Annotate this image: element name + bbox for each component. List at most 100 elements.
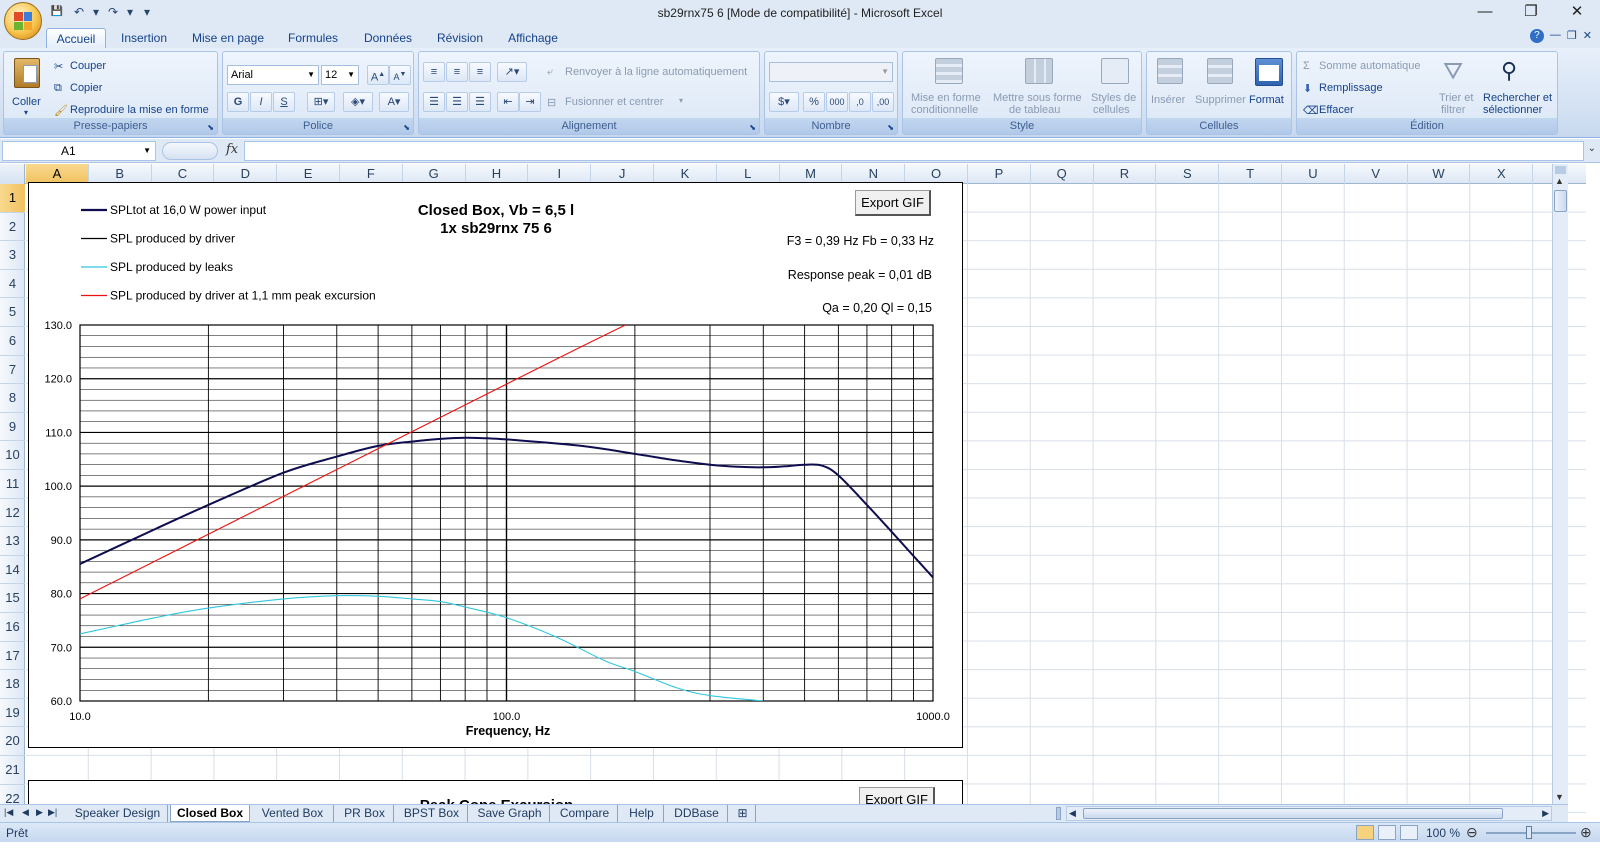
sheet-tab-ddbase[interactable]: DDBase bbox=[666, 805, 728, 822]
row-header-15[interactable]: 15 bbox=[0, 584, 25, 613]
decrease-decimal-button[interactable]: ,00 bbox=[872, 92, 894, 112]
row-header-2[interactable]: 2 bbox=[0, 213, 25, 242]
percent-button[interactable]: % bbox=[803, 92, 825, 112]
delete-cells-button[interactable]: Supprimer bbox=[1195, 54, 1247, 118]
column-header-c[interactable]: C bbox=[152, 164, 215, 184]
tab-accueil[interactable]: Accueil bbox=[46, 28, 106, 48]
scroll-up-icon[interactable]: ▲ bbox=[1555, 176, 1564, 186]
minimize-button[interactable]: — bbox=[1462, 0, 1508, 26]
zoom-slider-thumb[interactable] bbox=[1526, 826, 1532, 839]
wrap-text-button[interactable]: ⤶ Renvoyer à la ligne automatiquement bbox=[547, 64, 759, 82]
row-header-18[interactable]: 18 bbox=[0, 670, 25, 699]
font-launcher-icon[interactable]: ⬊ bbox=[403, 123, 410, 132]
row-header-16[interactable]: 16 bbox=[0, 613, 25, 642]
row-header-8[interactable]: 8 bbox=[0, 384, 25, 413]
scroll-right-icon[interactable]: ▶ bbox=[1542, 808, 1549, 819]
scroll-left-icon[interactable]: ◀ bbox=[1069, 808, 1076, 819]
column-header-a[interactable]: A bbox=[26, 164, 89, 184]
ribbon-restore-icon[interactable]: ❐ bbox=[1567, 29, 1577, 43]
row-header-21[interactable]: 21 bbox=[0, 756, 25, 785]
increase-decimal-button[interactable]: ,0 bbox=[849, 92, 871, 112]
column-header-i[interactable]: I bbox=[528, 164, 592, 184]
row-header-9[interactable]: 9 bbox=[0, 413, 25, 442]
shrink-font-button[interactable]: A▼ bbox=[389, 65, 411, 85]
horizontal-scroll-thumb[interactable] bbox=[1083, 808, 1503, 819]
find-select-button[interactable]: ⚲ Rechercher et sélectionner bbox=[1481, 54, 1557, 118]
sheet-tab-compare[interactable]: Compare bbox=[552, 805, 618, 822]
zoom-out-icon[interactable]: ⊖ bbox=[1466, 824, 1478, 841]
fill-button[interactable]: ⬇ Remplissage bbox=[1303, 80, 1413, 98]
cell-styles-button[interactable]: Styles de cellules bbox=[1089, 54, 1141, 118]
increase-indent-button[interactable]: ⇥ bbox=[519, 92, 541, 112]
clipboard-launcher-icon[interactable]: ⬊ bbox=[207, 123, 214, 132]
column-header-l[interactable]: L bbox=[717, 164, 780, 184]
align-bottom-button[interactable]: ≡ bbox=[469, 62, 491, 82]
tab-affichage[interactable]: Affichage bbox=[500, 28, 566, 48]
zoom-level[interactable]: 100 % bbox=[1426, 826, 1460, 840]
column-header-s[interactable]: S bbox=[1156, 164, 1220, 184]
font-color-button[interactable]: A▾ bbox=[379, 92, 409, 112]
row-header-1[interactable]: 1 bbox=[0, 184, 25, 213]
tab-nav-next-icon[interactable]: ▶ bbox=[36, 807, 43, 818]
expand-formula-bar-icon[interactable]: ⌄ bbox=[1588, 143, 1596, 154]
workbook-close-icon[interactable]: ✕ bbox=[1583, 29, 1592, 43]
column-header-p[interactable]: P bbox=[968, 164, 1031, 184]
office-button[interactable] bbox=[4, 2, 42, 40]
maximize-button[interactable]: ❐ bbox=[1508, 0, 1554, 26]
tab-mise-en-page[interactable]: Mise en page bbox=[186, 28, 270, 48]
row-header-12[interactable]: 12 bbox=[0, 499, 25, 528]
page-break-view-button[interactable] bbox=[1400, 825, 1418, 840]
sheet-tab-save-graph[interactable]: Save Graph bbox=[470, 805, 550, 822]
insert-sheet-icon[interactable]: ⊞ bbox=[730, 805, 756, 822]
align-right-button[interactable]: ☰ bbox=[469, 92, 491, 112]
sheet-tab-help[interactable]: Help bbox=[620, 805, 664, 822]
sheet-tab-pr-box[interactable]: PR Box bbox=[336, 805, 394, 822]
insert-cells-button[interactable]: Insérer bbox=[1149, 54, 1193, 118]
close-button[interactable]: ✕ bbox=[1554, 0, 1600, 26]
row-header-11[interactable]: 11 bbox=[0, 470, 25, 499]
autosum-button[interactable]: Σ Somme automatique bbox=[1303, 58, 1443, 76]
help-icon[interactable]: ? bbox=[1529, 29, 1544, 43]
decrease-indent-button[interactable]: ⇤ bbox=[497, 92, 519, 112]
row-header-5[interactable]: 5 bbox=[0, 298, 25, 327]
accounting-format-button[interactable]: $▾ bbox=[769, 92, 799, 112]
row-header-3[interactable]: 3 bbox=[0, 241, 25, 270]
tab-nav-last-icon[interactable]: ▶| bbox=[48, 807, 57, 818]
tab-nav-prev-icon[interactable]: ◀ bbox=[22, 807, 29, 818]
sheet-tab-bpst-box[interactable]: BPST Box bbox=[396, 805, 468, 822]
column-header-t[interactable]: T bbox=[1219, 164, 1282, 184]
export-gif-button[interactable]: Export GIF bbox=[855, 190, 931, 216]
column-header-v[interactable]: V bbox=[1345, 164, 1408, 184]
italic-button[interactable]: I bbox=[250, 92, 272, 112]
column-header-u[interactable]: U bbox=[1282, 164, 1345, 184]
closed-box-chart[interactable]: 60.0 70.0 80.0 90.0 100.0 110.0 120.0 130.0 10.0… bbox=[28, 182, 963, 748]
font-name-combo[interactable]: Arial ▼ bbox=[227, 65, 319, 85]
borders-button[interactable]: ⊞▾ bbox=[307, 92, 335, 112]
number-format-combo[interactable]: ▼ bbox=[769, 62, 893, 82]
tab-insertion[interactable]: Insertion bbox=[112, 28, 176, 48]
sheet-tab-closed-box[interactable]: Closed Box bbox=[170, 805, 250, 822]
vertical-scroll-thumb[interactable] bbox=[1554, 190, 1567, 212]
format-cells-button[interactable]: Format bbox=[1249, 54, 1291, 118]
sort-filter-button[interactable]: ⛛ Trier et filtrer bbox=[1435, 54, 1479, 118]
orientation-button[interactable]: ↗▾ bbox=[497, 62, 527, 82]
row-header-13[interactable]: 13 bbox=[0, 527, 25, 556]
alignment-launcher-icon[interactable]: ⬊ bbox=[749, 123, 756, 132]
column-header-d[interactable]: D bbox=[214, 164, 278, 184]
insert-function-icon[interactable]: fx bbox=[226, 142, 238, 157]
tab-revision[interactable]: Révision bbox=[428, 28, 492, 48]
select-all-corner[interactable] bbox=[0, 164, 25, 184]
column-header-k[interactable]: K bbox=[654, 164, 717, 184]
sheet-tab-speaker-design[interactable]: Speaker Design bbox=[68, 805, 168, 822]
conditional-formatting-button[interactable]: Mise en forme conditionnelle bbox=[907, 54, 991, 118]
paste-dropdown-icon[interactable]: ▾ bbox=[24, 108, 28, 117]
copy-button[interactable]: ⧉ Copier bbox=[54, 80, 134, 98]
page-layout-view-button[interactable] bbox=[1378, 825, 1396, 840]
bold-button[interactable]: G bbox=[227, 92, 249, 112]
align-middle-button[interactable]: ≡ bbox=[446, 62, 468, 82]
column-header-h[interactable]: H bbox=[466, 164, 529, 184]
column-header-x[interactable]: X bbox=[1470, 164, 1534, 184]
normal-view-button[interactable] bbox=[1356, 825, 1374, 840]
cut-button[interactable]: ✂ Couper bbox=[54, 58, 134, 76]
row-header-7[interactable]: 7 bbox=[0, 356, 25, 385]
